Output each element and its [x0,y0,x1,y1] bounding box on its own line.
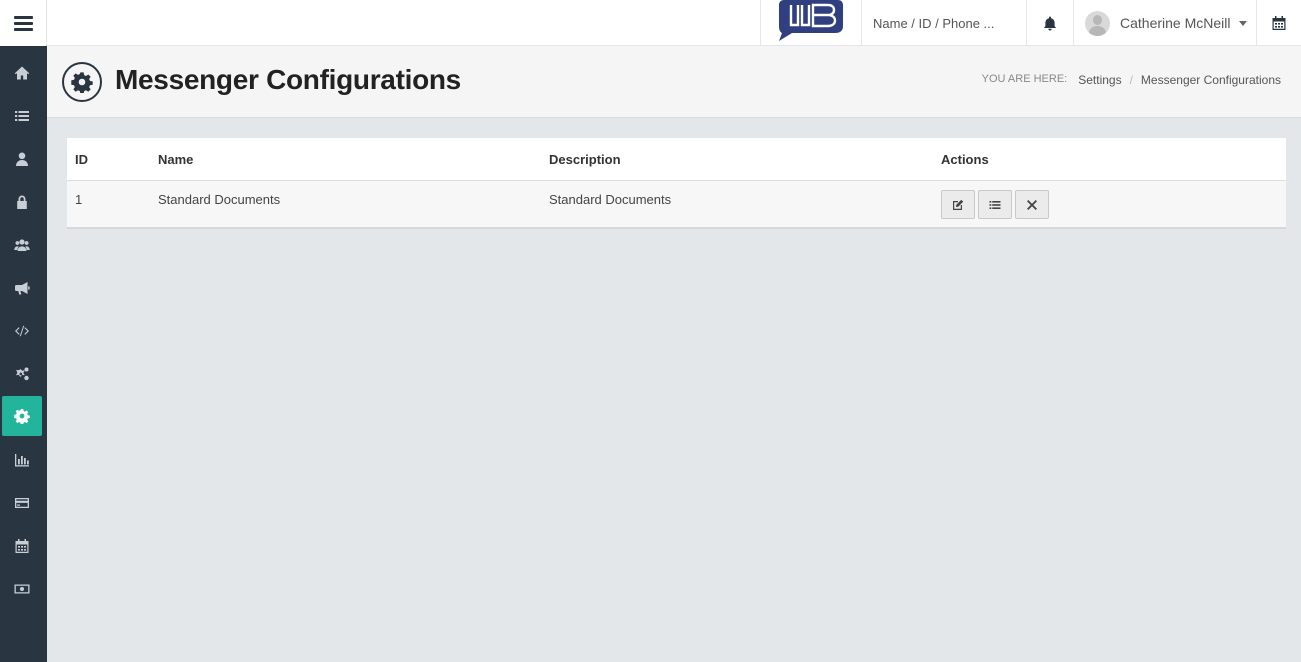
row-actions [941,190,1052,219]
gear-icon [14,409,30,424]
calendar-button[interactable] [1257,0,1301,46]
column-header-name: Name [158,152,194,167]
edit-button[interactable] [941,190,975,219]
gear-icon [71,72,93,93]
sidebar [0,0,47,662]
bar-chart-icon [15,454,29,467]
breadcrumb-current: Messenger Configurations [1140,73,1281,87]
users-icon [14,239,30,251]
user-name: Catherine McNeill [1120,15,1231,31]
gears-icon [16,367,29,381]
sidebar-item-system[interactable] [2,354,42,394]
money-icon [14,584,30,594]
sidebar-item-settings[interactable] [2,396,42,436]
list-icon [15,111,29,121]
cell-description: Standard Documents [549,192,672,207]
sidebar-item-user[interactable] [2,139,42,179]
menu-toggle-button[interactable] [0,0,47,46]
page-title-icon [62,62,102,102]
sidebar-item-reports[interactable] [2,440,42,480]
details-button[interactable] [978,190,1012,219]
sidebar-item-list[interactable] [2,96,42,136]
avatar [1085,10,1110,36]
cell-name: Standard Documents [158,192,281,207]
page-header: Messenger Configurations YOU ARE HERE: S… [47,46,1301,118]
calendar-icon [1272,16,1286,30]
column-header-id: ID [75,152,88,167]
table-header: ID Name Description Actions [67,138,1286,181]
edit-icon [953,199,964,210]
delete-button[interactable] [1015,190,1049,219]
hamburger-icon [13,15,33,31]
column-header-actions: Actions [941,152,989,167]
user-menu[interactable]: Catherine McNeill [1074,0,1257,46]
calendar-icon [15,539,29,553]
home-icon [14,66,30,80]
breadcrumb: YOU ARE HERE: Settings / Messenger Confi… [982,73,1281,87]
search-box [861,0,1027,46]
top-bar: Catherine McNeill [47,0,1301,46]
sidebar-item-campaigns[interactable] [2,268,42,308]
column-header-description: Description [549,152,621,167]
brand-logo[interactable] [760,0,861,46]
sidebar-item-payments[interactable] [2,569,42,609]
search-input[interactable] [862,0,1026,46]
sidebar-item-lock[interactable] [2,182,42,222]
sidebar-item-users[interactable] [2,225,42,265]
breadcrumb-link-settings[interactable]: Settings [1078,73,1121,87]
credit-card-icon [15,498,29,508]
logo-icon [779,0,843,41]
list-icon [989,200,1001,209]
bell-icon [1043,16,1057,30]
sidebar-item-code[interactable] [2,311,42,351]
table-row: 1 Standard Documents Standard Documents [67,181,1286,227]
sidebar-item-billing[interactable] [2,483,42,523]
sidebar-item-home[interactable] [2,53,42,93]
lock-icon [17,195,27,209]
breadcrumb-separator: / [1129,73,1133,87]
user-icon [16,152,28,166]
sidebar-item-calendar[interactable] [2,526,42,566]
breadcrumb-label: YOU ARE HERE: [981,73,1068,85]
page-title: Messenger Configurations [115,64,461,95]
notifications-button[interactable] [1027,0,1074,46]
megaphone-icon [15,282,30,295]
configurations-table: ID Name Description Actions 1 Standard D… [67,138,1286,229]
code-icon [15,325,29,337]
cell-id: 1 [75,192,83,207]
close-icon [1027,199,1037,210]
chevron-down-icon [1239,20,1248,26]
